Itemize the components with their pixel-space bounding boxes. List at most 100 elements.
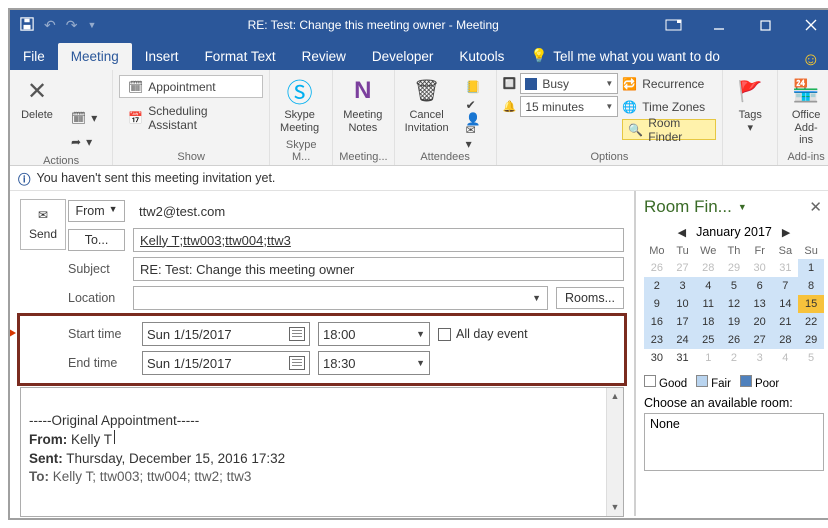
check-names-button[interactable]: ✔👤	[457, 100, 490, 123]
body-scrollbar[interactable]: ▲▼	[606, 388, 623, 516]
calendar-day[interactable]: 29	[721, 259, 747, 277]
chevron-down-icon[interactable]: ▼	[738, 202, 747, 212]
calendar-day[interactable]: 10	[670, 295, 696, 313]
tab-kutools[interactable]: Kutools	[446, 43, 517, 70]
tab-meeting[interactable]: Meeting	[58, 43, 132, 70]
calendar-day[interactable]: 22	[798, 313, 824, 331]
calendar-day[interactable]: 4	[773, 349, 799, 367]
to-button[interactable]: To...	[68, 229, 125, 251]
calendar-day[interactable]: 9	[644, 295, 670, 313]
tab-format-text[interactable]: Format Text	[192, 43, 289, 70]
calendar-day[interactable]: 14	[773, 295, 799, 313]
calendar-day[interactable]: 5	[798, 349, 824, 367]
time-zones-button[interactable]: 🌐Time Zones	[622, 96, 716, 117]
tab-review[interactable]: Review	[289, 43, 359, 70]
calendar-day[interactable]: 26	[644, 259, 670, 277]
calendar-day[interactable]: 27	[670, 259, 696, 277]
calendar-day[interactable]: 8	[798, 277, 824, 295]
recurrence-button[interactable]: 🔁Recurrence	[622, 73, 716, 94]
response-options-button[interactable]: ✉▾	[457, 125, 490, 148]
calendar-day[interactable]: 27	[747, 331, 773, 349]
start-date-picker[interactable]: Sun 1/15/2017	[142, 322, 310, 346]
calendar-day[interactable]: 31	[773, 259, 799, 277]
appointment-button[interactable]: 🗓 Appointment	[119, 75, 263, 98]
undo-icon[interactable]: ↶	[44, 17, 56, 34]
calendar-day[interactable]: 30	[747, 259, 773, 277]
show-as-dropdown[interactable]: Busy ▼	[520, 73, 618, 94]
calendar-day[interactable]: 18	[695, 313, 721, 331]
end-time-picker[interactable]: 18:30▼	[318, 351, 430, 375]
calendar-day[interactable]: 2	[721, 349, 747, 367]
from-label: From	[75, 204, 104, 218]
tell-me[interactable]: 💡 Tell me what you want to do	[517, 42, 732, 70]
calendar-day[interactable]: 3	[747, 349, 773, 367]
feedback-smiley-icon[interactable]: ☺	[802, 49, 820, 70]
calendar-day[interactable]: 5	[721, 277, 747, 295]
from-button[interactable]: From▼	[68, 200, 125, 222]
mini-calendar[interactable]: MoTuWeThFrSaSu26272829303112345678910111…	[644, 243, 824, 367]
subject-field[interactable]: RE: Test: Change this meeting owner	[133, 257, 624, 281]
calendar-day[interactable]: 23	[644, 331, 670, 349]
ribbon-options-icon[interactable]	[650, 10, 696, 40]
calendar-day[interactable]: 4	[695, 277, 721, 295]
tab-insert[interactable]: Insert	[132, 43, 192, 70]
message-body[interactable]: -----Original Appointment----- From: Kel…	[20, 387, 624, 517]
calendar-day[interactable]: 21	[773, 313, 799, 331]
calendar-day[interactable]: 17	[670, 313, 696, 331]
to-field[interactable]: Kelly T; ttw003; ttw004; ttw3	[133, 228, 624, 252]
address-book-button[interactable]: 📒	[457, 75, 490, 98]
calendar-day[interactable]: 20	[747, 313, 773, 331]
calendar-day[interactable]: 28	[773, 331, 799, 349]
calendar-day[interactable]: 1	[798, 259, 824, 277]
minimize-button[interactable]	[696, 10, 742, 40]
calendar-day[interactable]: 1	[695, 349, 721, 367]
scroll-up-icon[interactable]: ▲	[607, 388, 623, 405]
calendar-day[interactable]: 24	[670, 331, 696, 349]
calendar-day[interactable]: 25	[695, 331, 721, 349]
calendar-day[interactable]: 28	[695, 259, 721, 277]
tab-file[interactable]: File	[10, 43, 58, 70]
calendar-day[interactable]: 16	[644, 313, 670, 331]
meeting-notes-button[interactable]: N MeetingNotes	[339, 73, 386, 136]
office-addins-button[interactable]: 🏪 OfficeAdd-ins	[784, 73, 828, 149]
room-finder-close[interactable]: ✕	[809, 198, 822, 216]
forward-mini-button[interactable]: ➦▾	[62, 131, 106, 153]
tags-button[interactable]: 🚩 Tags▾	[729, 73, 771, 136]
send-button[interactable]: ✉ Send	[20, 199, 66, 250]
qat-more-icon[interactable]: ▼	[87, 20, 96, 30]
calendar-day[interactable]: 29	[798, 331, 824, 349]
next-month-button[interactable]: ▶	[782, 226, 790, 239]
delete-button[interactable]: ✕ Delete	[16, 73, 58, 124]
calendar-day[interactable]: 6	[747, 277, 773, 295]
calendar-day[interactable]: 2	[644, 277, 670, 295]
tab-developer[interactable]: Developer	[359, 43, 447, 70]
scroll-down-icon[interactable]: ▼	[607, 499, 623, 516]
calendar-day[interactable]: 19	[721, 313, 747, 331]
location-field[interactable]: ▼	[133, 286, 548, 310]
room-list[interactable]: None	[644, 413, 824, 471]
start-time-picker[interactable]: 18:00▼	[318, 322, 430, 346]
prev-month-button[interactable]: ◀	[678, 226, 686, 239]
calendar-day[interactable]: 3	[670, 277, 696, 295]
end-date-picker[interactable]: Sun 1/15/2017	[142, 351, 310, 375]
all-day-checkbox[interactable]: All day event	[438, 327, 528, 341]
skype-meeting-button[interactable]: Ⓢ SkypeMeeting	[276, 73, 323, 136]
calendar-day[interactable]: 11	[695, 295, 721, 313]
calendar-day[interactable]: 30	[644, 349, 670, 367]
calendar-day[interactable]: 7	[773, 277, 799, 295]
cancel-invitation-button[interactable]: 🗑 CancelInvitation	[401, 73, 453, 136]
calendar-day[interactable]: 13	[747, 295, 773, 313]
calendar-mini-button[interactable]: 🗓▾	[62, 107, 106, 129]
room-finder-button[interactable]: 🔍Room Finder	[622, 119, 716, 140]
close-button[interactable]	[788, 10, 828, 40]
rooms-button[interactable]: Rooms...	[556, 287, 624, 309]
calendar-day[interactable]: 15	[798, 295, 824, 313]
calendar-day[interactable]: 12	[721, 295, 747, 313]
redo-icon[interactable]: ↷	[66, 17, 78, 34]
reminder-dropdown[interactable]: 15 minutes ▼	[520, 96, 618, 117]
scheduling-assistant-button[interactable]: 📅 Scheduling Assistant	[119, 100, 263, 136]
maximize-button[interactable]	[742, 10, 788, 40]
calendar-day[interactable]: 31	[670, 349, 696, 367]
calendar-day[interactable]: 26	[721, 331, 747, 349]
save-icon[interactable]	[20, 17, 34, 34]
